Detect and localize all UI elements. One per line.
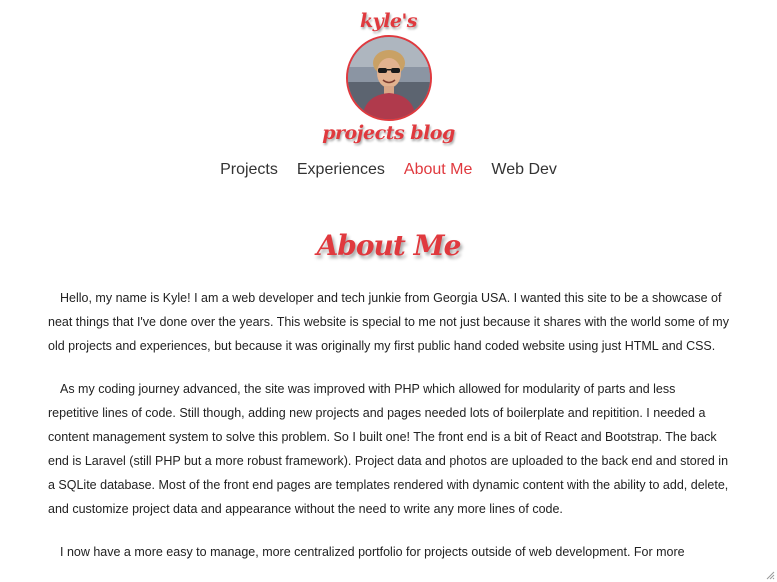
main-nav: Projects Experiences About Me Web Dev xyxy=(0,161,777,179)
paragraph-journey: As my coding journey advanced, the site … xyxy=(48,382,729,516)
page-title: About Me xyxy=(316,229,462,262)
site-header: kyle's projects blog Projects Experience… xyxy=(0,0,777,179)
resize-grip-icon[interactable] xyxy=(765,570,775,580)
nav-item-about-me[interactable]: About Me xyxy=(404,161,472,179)
nav-item-projects[interactable]: Projects xyxy=(220,161,278,179)
about-text: Hello, my name is Kyle! I am a web devel… xyxy=(0,286,777,564)
main-content: About Me Hello, my name is Kyle! I am a … xyxy=(0,229,777,564)
brand-title-bottom[interactable]: projects blog xyxy=(0,124,777,143)
brand-title-top[interactable]: kyle's xyxy=(0,12,777,31)
nav-item-web-dev[interactable]: Web Dev xyxy=(491,161,557,179)
avatar-photo xyxy=(347,37,430,119)
paragraph-now: I now have a more easy to manage, more c… xyxy=(60,545,685,559)
avatar[interactable] xyxy=(345,35,432,121)
nav-item-experiences[interactable]: Experiences xyxy=(297,161,385,179)
paragraph-intro: Hello, my name is Kyle! I am a web devel… xyxy=(48,291,729,353)
